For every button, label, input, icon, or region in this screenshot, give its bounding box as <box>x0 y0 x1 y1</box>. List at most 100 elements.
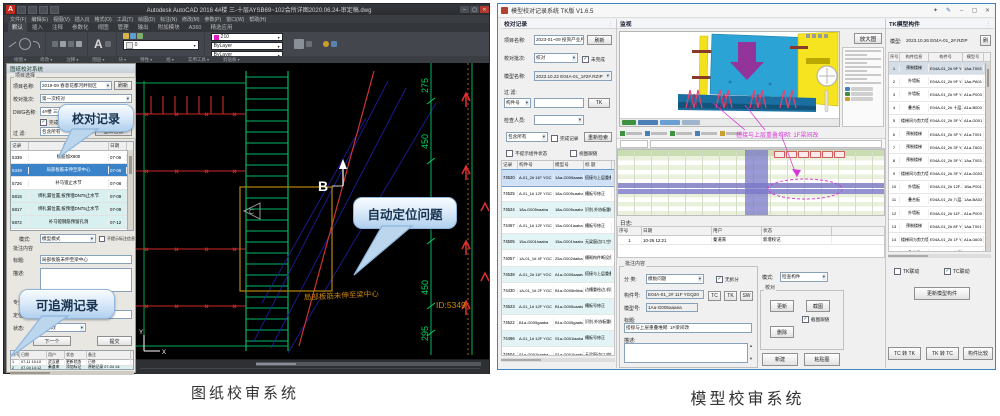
plugin-record-row[interactable]: 5349 局部板筋未伸至梁中心 07-06 <box>11 164 133 177</box>
m-done-checkbox[interactable]: 完成记录 <box>551 135 578 142</box>
tk-vscrollbar[interactable] <box>985 63 990 251</box>
m-record-row[interactable]: 74430 1A-01_1# 2F YGC B1a-G005b6bda 边槽重绘… <box>502 283 614 299</box>
m-record-row[interactable]: 74523 A-01_1# 12F YGC B1a-G005caaba 槽板号修… <box>502 299 614 315</box>
move-tool-icon[interactable] <box>52 41 58 47</box>
ribbon-block-panel[interactable] <box>294 33 317 55</box>
mcol-model[interactable]: 模型号 <box>554 161 584 169</box>
mapp-theme-icon[interactable]: ✦ <box>929 6 942 16</box>
cell-name-box[interactable] <box>620 140 648 148</box>
viewport-tab-strip[interactable] <box>620 118 839 126</box>
m-record-row[interactable]: 74057 1A-01_1# 4F YGC 25a-G002daiba 槽砌构件… <box>502 250 614 266</box>
tk-row[interactable]: 13 预制楼梯 E04A-01_2# 8F Y... 1Aa-T001 <box>889 220 990 233</box>
panel-name-annotate[interactable]: 注释 <box>66 57 78 63</box>
submit-button[interactable]: 提交 <box>97 336 132 346</box>
m-record-row[interactable]: 74538 A-01_2# 11F YGC A1a-G005aaaea 搭接与上… <box>502 267 614 283</box>
m-record-row[interactable]: 74522 B1a-G005gaaba B1a-G005gaaba 识别,外协板… <box>502 315 614 331</box>
mapp-maximize-button[interactable]: ▢ <box>968 6 981 16</box>
tk-row[interactable]: 9 楼梯间与剪力墙 E04A-01_2# 3F Y... A1a-G003 <box>889 168 990 181</box>
m-title-input[interactable]: 搭接与上层重叠堆砌: 1F梁间改 <box>624 323 752 333</box>
m-records-hscrollbar[interactable] <box>501 358 615 362</box>
mcol-record[interactable]: 记录 <box>502 161 518 169</box>
records-scrollbar[interactable] <box>127 150 133 230</box>
tc-to-tk-button[interactable]: TC 转 TK <box>888 347 921 360</box>
panel-name-group[interactable]: 组 <box>166 57 174 63</box>
menu-modify[interactable]: 修改(M) <box>182 16 200 23</box>
tk-row[interactable]: 15 叠合板 E04A-01_2# 九层... A1a-B005 <box>889 247 990 252</box>
acad-maximize-button[interactable]: ▢ <box>470 6 479 13</box>
ribbon-tab-parametric[interactable]: 参数化 <box>68 22 93 32</box>
ribbon-properties-panel[interactable]: 210 ▾ ByLayer ▾ ByLayer ▾ <box>211 33 288 55</box>
plugin-record-row[interactable]: 5339 板筋加X900 07-06 <box>11 151 133 164</box>
mapp-close-button[interactable]: ✕ <box>981 6 994 16</box>
canvas-hscrollbar[interactable] <box>256 362 481 366</box>
line-tool-icon[interactable] <box>9 41 17 47</box>
tk-refresh-small-button[interactable]: 刷 <box>980 35 991 46</box>
desc-scroll-down-icon[interactable]: ▼ <box>749 357 753 361</box>
formula-bar[interactable] <box>617 139 885 149</box>
qat-redo-icon[interactable] <box>39 6 48 14</box>
ribbon-tab-output[interactable]: 输出 <box>134 22 153 32</box>
rotate-tool-icon[interactable] <box>68 41 74 47</box>
ribbon-tab-manage[interactable]: 管理 <box>114 22 133 32</box>
m-record-row[interactable]: 74505 15a-G001haaba 15a-G001haaba 无梁窗边口,… <box>502 234 614 250</box>
tk-row[interactable]: 6 预制楼梯 E04A-01_2# 3F Y... A1a-T001 <box>889 128 990 141</box>
mcol-title[interactable]: 标 题 <box>584 161 612 169</box>
tk-row[interactable]: 8 预制楼梯 E04A-01_2# 3F Y... 1Aa-T003 <box>889 154 990 167</box>
m-include-combo[interactable]: 包含所有 <box>506 132 548 142</box>
desc-scroll-up-icon[interactable]: ▲ <box>749 344 753 348</box>
tk-row[interactable]: 3 外墙板 E04A-01_2# 9F Y... A1a-P003 <box>889 88 990 101</box>
m-search-button[interactable]: 重新检索 <box>584 132 612 142</box>
panel-name-utilities[interactable]: 实用工具 <box>188 57 209 63</box>
property-sidebar[interactable] <box>842 47 884 127</box>
tk-row[interactable]: 5 楼梯间与剪力墙 E04A-01_2# 3F Y... A1a-G001 <box>889 115 990 128</box>
arc-tool-icon[interactable] <box>33 41 40 48</box>
m-nohint-checkbox[interactable]: 不提示组件状态 <box>506 150 547 157</box>
ribbon-modify-panel[interactable] <box>52 33 88 55</box>
mapp-minimize-button[interactable]: – <box>955 6 968 16</box>
layer-props-icon[interactable] <box>123 33 129 39</box>
project-refresh-button[interactable]: 刷新 <box>114 81 132 90</box>
enlarge-view-button[interactable]: 放大图 <box>854 33 882 44</box>
m-record-row[interactable]: 74520 A-01_2# 11F YGC 1Aa-G005aaaea 搭接与上… <box>502 170 614 186</box>
ribbon-tab-addins[interactable]: 附加模块 <box>154 22 184 32</box>
zoom-slider[interactable] <box>825 90 828 112</box>
layer-dropdown[interactable]: 0 ▾ <box>123 40 199 50</box>
qat-save-icon[interactable] <box>17 6 26 14</box>
new-button[interactable]: 新建 <box>762 353 798 366</box>
tk-row[interactable]: 11 叠合板 E04A-01_2# 八层... 1Aa-BA02 <box>889 194 990 207</box>
note-title-input[interactable]: 局部板筋未伸至梁中心 <box>40 255 132 264</box>
ribbon-tab-view[interactable]: 视图 <box>94 22 113 32</box>
col-date[interactable]: 日期 <box>109 142 127 150</box>
ribbon-annotate-panel[interactable]: A <box>94 33 117 55</box>
batch-combo[interactable]: 第一次校对 <box>40 94 132 103</box>
m-checker-combo[interactable] <box>534 115 584 125</box>
formula-input[interactable] <box>650 140 882 148</box>
m-record-row[interactable]: 74466 A-01_1# 12F YGC S1a-G001laaba 槽板号修… <box>502 331 614 347</box>
update-button[interactable]: 更新 <box>770 300 794 312</box>
paste-button[interactable]: 粘贴图 <box>804 353 840 366</box>
update-parts-button[interactable]: 更新模型构件 <box>914 287 970 300</box>
ribbon-tab-apps[interactable]: 精选应用 <box>206 22 236 32</box>
acad-command-area[interactable] <box>136 359 489 374</box>
delete-button[interactable]: 删除 <box>770 326 794 338</box>
tk-row[interactable]: 7 预制楼梯 E04A-01_2# 3F Y... A1a-TA03 <box>889 141 990 154</box>
m-part-combo[interactable]: 构件号 <box>504 98 531 108</box>
ribbon-utility-panel[interactable] <box>323 33 342 55</box>
class-combo[interactable]: 模板问题 <box>646 274 704 284</box>
tk-row[interactable]: 1 预制楼梯 E04A-01_2# 9F Y... 1Aa-T003 <box>889 62 990 75</box>
m-model-combo[interactable]: 2023.10.22 E04A-01_1#2#.RZIP <box>534 71 612 81</box>
tc-link-checkbox[interactable]: ✓TC联动 <box>944 268 970 275</box>
acad-minimize-button[interactable]: – <box>460 6 469 13</box>
tk-row[interactable]: 14 楼梯间与剪力墙 E04A-01_2# 1F Y... A1a-0A03 <box>889 233 990 246</box>
ribbon-tab-insert[interactable]: 插入 <box>28 22 47 32</box>
nosplit-checkbox[interactable]: ✓无拆分 <box>716 276 739 283</box>
ribbon-layer-panel[interactable]: 0 ▾ <box>123 33 205 55</box>
mcol-part[interactable]: 构件号 <box>518 161 554 169</box>
m-refresh-button[interactable]: 刷新 <box>587 35 612 45</box>
status-combo[interactable]: 已修改 <box>40 323 86 332</box>
shot-follow-checkbox[interactable]: ✓截图跟随 <box>802 316 829 323</box>
tk-row[interactable]: 2 外墙板 E04A-01_2# 9F Y... 1Aa-PA01 <box>889 75 990 88</box>
plugin-record-row[interactable]: 5726 补马镫止水节 07-08 <box>11 177 133 190</box>
m-record-row[interactable]: 74467 A-01_1# 12F YGC 15a-G001laaba 槽板号修… <box>502 218 614 234</box>
m-mode-combo[interactable]: 检查构件 <box>780 272 828 282</box>
